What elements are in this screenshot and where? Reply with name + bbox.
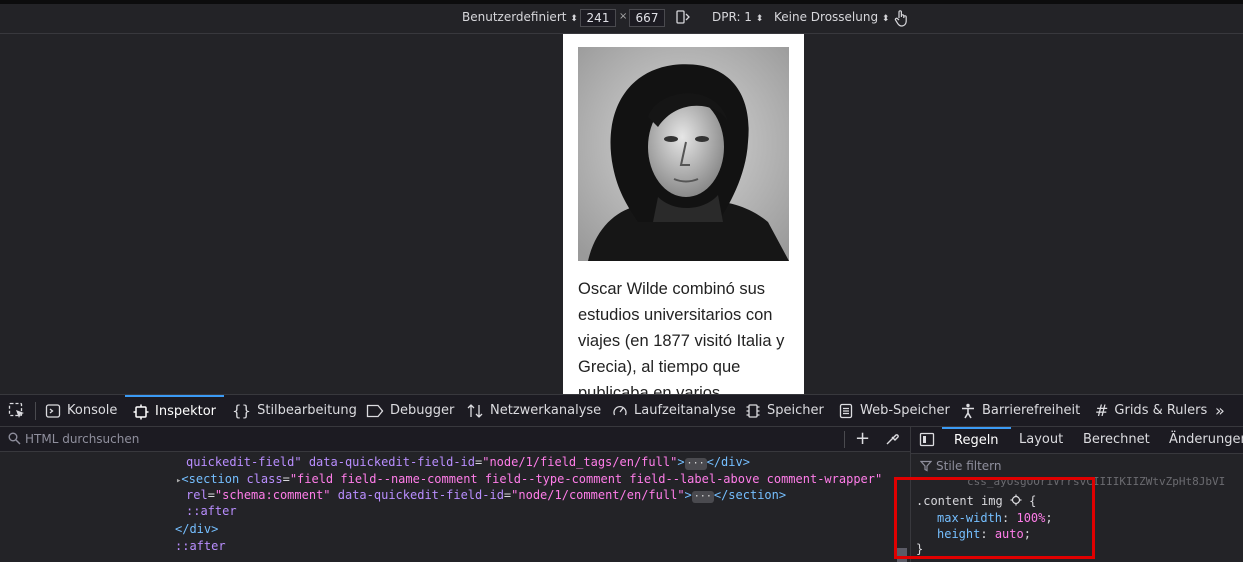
responsive-viewport-area: Oscar Wilde combinó sus estudios univers… xyxy=(0,34,1243,394)
device-preset-select[interactable]: Benutzerdefiniert ⬍ xyxy=(462,10,578,24)
tab-label: Speicher xyxy=(767,403,824,418)
accessibility-icon xyxy=(962,403,974,418)
eyedropper-icon[interactable] xyxy=(885,432,899,449)
memory-icon xyxy=(746,403,760,418)
article-paragraph: Oscar Wilde combinó sus estudios univers… xyxy=(578,280,785,394)
tab-label: Konsole xyxy=(67,403,118,418)
element-picker-icon[interactable] xyxy=(8,395,32,426)
tab-regeln[interactable]: Regeln xyxy=(942,427,1011,453)
throttling-select[interactable]: Keine Drosselung ⬍ xyxy=(774,10,889,24)
highlight-annotation-box xyxy=(894,477,1095,559)
add-node-icon[interactable]: + xyxy=(855,428,870,449)
oscar-wilde-portrait xyxy=(578,47,789,261)
dpr-label: DPR: 1 xyxy=(712,10,752,24)
tab-speicher[interactable]: Speicher xyxy=(745,395,824,426)
ellipsis-badge[interactable]: ··· xyxy=(684,458,707,470)
toggle-sidebar-icon[interactable] xyxy=(919,432,935,451)
tab-label: Web-Speicher xyxy=(860,403,950,418)
tab-label: Grids & Rulers xyxy=(1114,403,1208,418)
filter-icon xyxy=(919,460,933,475)
overflow-tabs-icon[interactable]: » xyxy=(1215,395,1225,426)
html-search-input[interactable]: HTML durchsuchen xyxy=(25,432,139,446)
tab-label: Netzwerkanalyse xyxy=(490,403,602,418)
updown-icon: ⬍ xyxy=(881,14,890,24)
rotate-viewport-icon[interactable] xyxy=(675,9,691,28)
device-viewport[interactable]: Oscar Wilde combinó sus estudios univers… xyxy=(563,34,804,394)
tab-laufzeitanalyse[interactable]: Laufzeitanalyse xyxy=(612,395,736,426)
tab-label: Inspektor xyxy=(155,404,217,419)
markup-line[interactable]: quickedit-field" data-quickedit-field-id… xyxy=(186,454,750,470)
tab-grids-rulers[interactable]: # Grids & Rulers xyxy=(1095,395,1207,426)
markup-line-section[interactable]: ▸<section class="field field--name-comme… xyxy=(176,471,882,487)
performance-icon xyxy=(613,405,627,415)
tab-label: Laufzeitanalyse xyxy=(634,403,736,418)
tab-konsole[interactable]: Konsole xyxy=(45,395,117,426)
tab-label: Debugger xyxy=(390,403,455,418)
hash-icon: # xyxy=(1095,401,1109,420)
tab-barrierefreiheit[interactable]: Barrierefreiheit xyxy=(960,395,1080,426)
tab-layout[interactable]: Layout xyxy=(1019,427,1063,453)
throttling-label: Keine Drosselung xyxy=(774,10,879,24)
braces-icon: {} xyxy=(232,401,252,420)
markup-line-div-close[interactable]: </div> xyxy=(175,521,218,537)
rules-sidebar-tabs: Regeln Layout Berechnet Änderungen xyxy=(911,427,1243,454)
dpr-select[interactable]: DPR: 1 ⬍ xyxy=(712,10,763,24)
markup-pseudo-after[interactable]: ::after xyxy=(186,503,237,519)
device-preset-label: Benutzerdefiniert xyxy=(462,10,567,24)
tab-debugger[interactable]: Debugger xyxy=(366,395,454,426)
viewport-height-input[interactable]: 667 xyxy=(629,9,665,27)
responsive-design-toolbar: Benutzerdefiniert ⬍ 241 × 667 DPR: 1 ⬍ K… xyxy=(0,4,1243,34)
network-icon xyxy=(467,403,483,418)
tab-label: Stilbearbeitung xyxy=(257,403,357,418)
tab-aenderungen[interactable]: Änderungen xyxy=(1169,427,1243,453)
styles-filter-input[interactable]: Stile filtern xyxy=(936,459,1002,473)
ellipsis-badge[interactable]: ··· xyxy=(691,491,714,503)
tab-stilbearbeitung[interactable]: {} Stilbearbeitung xyxy=(232,395,357,426)
devtools-tab-bar: Konsole Inspektor {} Stilbearbeitung Deb… xyxy=(0,394,1243,427)
console-icon xyxy=(45,403,61,418)
viewport-width-input[interactable]: 241 xyxy=(580,9,616,27)
tab-netzwerkanalyse[interactable]: Netzwerkanalyse xyxy=(466,395,601,426)
updown-icon: ⬍ xyxy=(570,14,578,24)
dimension-separator: × xyxy=(619,11,628,22)
tab-inspektor[interactable]: Inspektor xyxy=(125,395,225,426)
tab-label: Barrierefreiheit xyxy=(982,403,1081,418)
touch-simulation-icon[interactable] xyxy=(893,9,909,30)
toolbar-divider xyxy=(35,402,36,420)
storage-icon xyxy=(839,403,853,418)
markup-line[interactable]: rel="schema:comment" data-quickedit-fiel… xyxy=(186,487,786,503)
markup-view: quickedit-field" data-quickedit-field-id… xyxy=(0,452,910,562)
inspector-icon xyxy=(133,404,149,419)
search-icon xyxy=(8,432,21,448)
html-search-bar: HTML durchsuchen + xyxy=(0,427,910,452)
markup-pseudo-after[interactable]: ::after xyxy=(175,538,226,554)
debugger-icon xyxy=(366,404,384,417)
tab-web-speicher[interactable]: Web-Speicher xyxy=(838,395,950,426)
tab-berechnet[interactable]: Berechnet xyxy=(1083,427,1150,453)
updown-icon: ⬍ xyxy=(755,14,764,24)
toolbar-divider xyxy=(844,431,845,448)
